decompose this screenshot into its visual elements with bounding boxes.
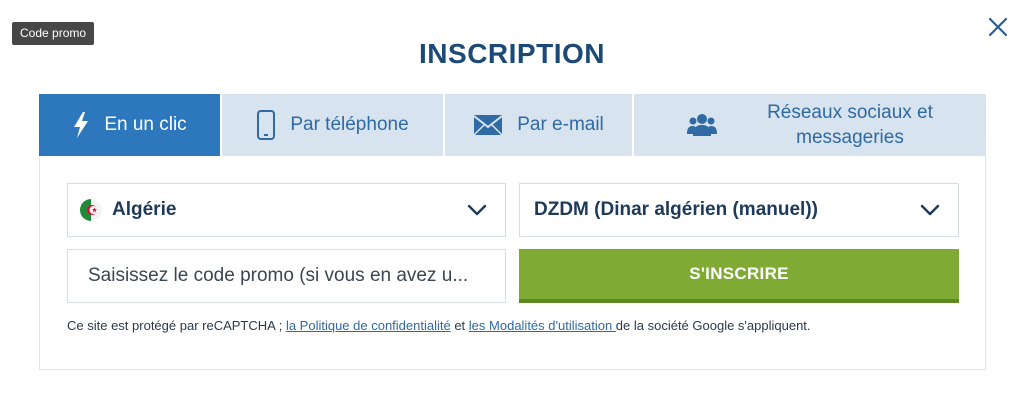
tab-email[interactable]: Par e-mail	[445, 94, 634, 156]
registration-tabs: En un clic Par téléphone Par e-mail Rése…	[39, 94, 986, 156]
tab-label-line1: Réseaux sociaux et	[767, 102, 933, 123]
currency-value: DZDM (Dinar algérien (manuel))	[534, 199, 818, 220]
tab-label: Par e-mail	[517, 114, 604, 135]
tab-social[interactable]: Réseaux sociaux et messageries	[634, 94, 986, 156]
privacy-policy-link[interactable]: la Politique de confidentialité	[286, 318, 451, 333]
chevron-down-icon	[920, 202, 940, 223]
legal-prefix: Ce site est protégé par reCAPTCHA ;	[67, 318, 286, 333]
register-button[interactable]: S'INSCRIRE	[519, 249, 959, 303]
lightning-icon	[72, 111, 90, 139]
tab-label: En un clic	[104, 114, 187, 135]
close-icon[interactable]	[985, 14, 1011, 40]
recaptcha-notice: Ce site est protégé par reCAPTCHA ; la P…	[67, 318, 967, 333]
algeria-flag-icon	[80, 199, 102, 221]
country-value: Algérie	[112, 199, 177, 220]
tab-label-line2: messageries	[796, 127, 904, 148]
legal-middle: et	[450, 318, 469, 333]
tab-label: Réseaux sociaux et messageries	[767, 100, 933, 150]
promo-code-input[interactable]	[67, 249, 506, 303]
chevron-down-icon	[467, 202, 487, 223]
phone-icon	[256, 110, 276, 140]
page-title: INSCRIPTION	[419, 38, 605, 69]
envelope-icon	[473, 114, 503, 136]
terms-link[interactable]: les Modalités d'utilisation	[469, 318, 616, 333]
tab-one-click[interactable]: En un clic	[39, 94, 222, 156]
legal-suffix: de la société Google s'appliquent.	[615, 318, 811, 333]
tab-label: Par téléphone	[290, 114, 409, 135]
users-icon	[687, 113, 718, 137]
country-select[interactable]: Algérie	[67, 183, 506, 237]
currency-select[interactable]: DZDM (Dinar algérien (manuel))	[519, 183, 959, 237]
tab-phone[interactable]: Par téléphone	[222, 94, 445, 156]
